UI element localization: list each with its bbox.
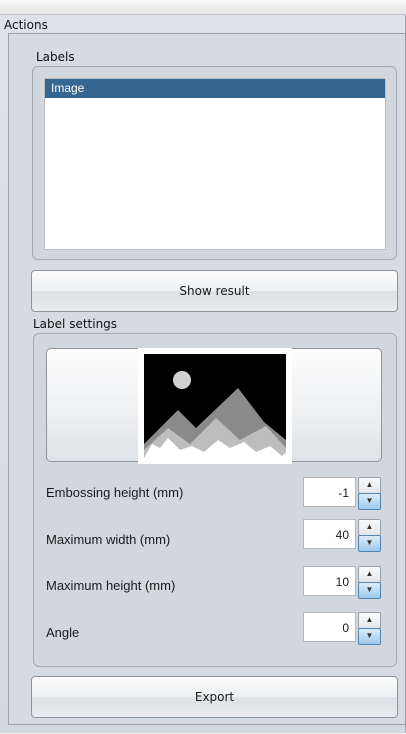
mountain-image-icon bbox=[138, 348, 292, 464]
maximum-height-spin-buttons: ▲ ▼ bbox=[358, 566, 381, 599]
decrement-button[interactable]: ▼ bbox=[358, 493, 381, 510]
decrement-button[interactable]: ▼ bbox=[358, 535, 381, 552]
angle-stepper[interactable]: 0 ▲ ▼ bbox=[303, 612, 381, 645]
increment-button[interactable]: ▲ bbox=[358, 519, 381, 536]
decrement-button[interactable]: ▼ bbox=[358, 628, 381, 645]
increment-button[interactable]: ▲ bbox=[358, 477, 381, 494]
label-settings-title: Label settings bbox=[33, 317, 118, 331]
embossing-height-stepper[interactable]: -1 ▲ ▼ bbox=[303, 477, 381, 510]
actions-panel: Actions Labels Image Show result Label s… bbox=[0, 0, 406, 733]
maximum-height-label: Maximum height (mm) bbox=[46, 578, 176, 593]
increment-button[interactable]: ▲ bbox=[358, 612, 381, 629]
maximum-width-stepper[interactable]: 40 ▲ ▼ bbox=[303, 519, 381, 552]
maximum-width-label: Maximum width (mm) bbox=[46, 532, 171, 547]
show-result-button[interactable]: Show result bbox=[31, 270, 398, 312]
maximum-height-value[interactable]: 10 bbox=[303, 566, 356, 596]
embossing-height-label: Embossing height (mm) bbox=[46, 485, 184, 500]
embossing-height-spin-buttons: ▲ ▼ bbox=[358, 477, 381, 510]
labels-title: Labels bbox=[36, 50, 75, 64]
decrement-button[interactable]: ▼ bbox=[358, 582, 381, 599]
angle-spin-buttons: ▲ ▼ bbox=[358, 612, 381, 645]
labels-list[interactable]: Image bbox=[44, 78, 386, 250]
angle-value[interactable]: 0 bbox=[303, 612, 356, 642]
list-item[interactable]: Image bbox=[45, 79, 385, 98]
image-preview-button[interactable] bbox=[46, 348, 382, 464]
embossing-height-value[interactable]: -1 bbox=[303, 477, 356, 507]
actions-title: Actions bbox=[4, 18, 48, 32]
increment-button[interactable]: ▲ bbox=[358, 566, 381, 583]
export-button[interactable]: Export bbox=[31, 676, 398, 718]
angle-label: Angle bbox=[46, 625, 80, 640]
panel-header bbox=[0, 0, 406, 15]
maximum-width-spin-buttons: ▲ ▼ bbox=[358, 519, 381, 552]
maximum-width-value[interactable]: 40 bbox=[303, 519, 356, 549]
maximum-height-stepper[interactable]: 10 ▲ ▼ bbox=[303, 566, 381, 599]
